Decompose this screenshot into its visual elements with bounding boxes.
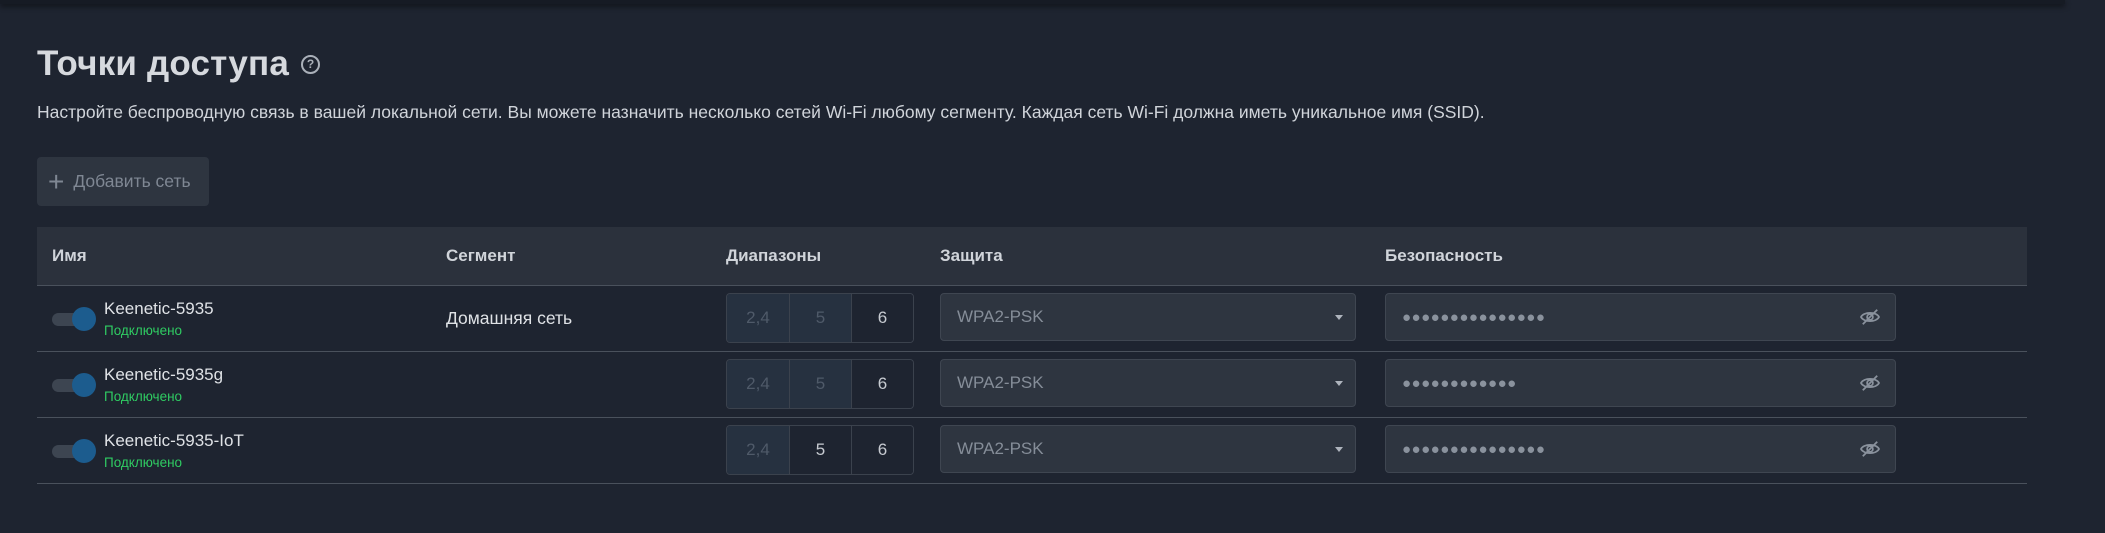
password-mask: ●●●●●●●●●●●●●●● <box>1402 308 1546 326</box>
password-field[interactable]: ●●●●●●●●●●●●●●● <box>1385 293 1896 341</box>
chevron-down-icon <box>1335 381 1343 386</box>
band-selector: 2,4 5 6 <box>726 425 914 475</box>
page-description: Настройте беспроводную связь в вашей лок… <box>37 102 1485 122</box>
eye-slash-icon[interactable] <box>1859 440 1881 458</box>
band-2[interactable]: 6 <box>851 294 913 342</box>
network-status: Подключено <box>104 323 183 338</box>
add-network-button[interactable]: + Добавить сеть <box>37 157 209 206</box>
security-value: WPA2-PSK <box>957 373 1044 392</box>
header-segment: Сегмент <box>446 246 516 265</box>
toggle-knob <box>72 307 96 331</box>
networks-table: Имя Сегмент Диапазоны Защита Безопасност… <box>37 227 2027 484</box>
band-1[interactable]: 5 <box>789 360 851 408</box>
table-row: Keenetic-5935-IoT Подключено 2,4 5 6 WPA2-… <box>37 418 2027 484</box>
security-select[interactable]: WPA2-PSK <box>940 425 1356 473</box>
question-circle-icon[interactable]: ? <box>301 54 321 74</box>
band-selector: 2,4 5 6 <box>726 359 914 409</box>
security-value: WPA2-PSK <box>957 307 1044 326</box>
add-network-label: Добавить сеть <box>73 171 191 191</box>
top-bar <box>0 0 2065 4</box>
table-header: Имя Сегмент Диапазоны Защита Безопасност… <box>37 227 2027 286</box>
band-0[interactable]: 2,4 <box>727 360 789 408</box>
network-segment[interactable]: Домашняя сеть <box>446 308 572 329</box>
network-name: Keenetic-5935-IoT <box>104 431 244 450</box>
eye-slash-icon[interactable] <box>1859 308 1881 326</box>
table-row: Keenetic-5935 Подключено Домашняя сеть 2… <box>37 286 2027 352</box>
title-row: Точки доступа ? <box>37 44 321 84</box>
security-select[interactable]: WPA2-PSK <box>940 359 1356 407</box>
band-0[interactable]: 2,4 <box>727 426 789 474</box>
band-selector: 2,4 5 6 <box>726 293 914 343</box>
network-toggle[interactable] <box>52 439 96 463</box>
header-name: Имя <box>52 246 87 265</box>
password-mask: ●●●●●●●●●●●● <box>1402 374 1517 392</box>
security-select[interactable]: WPA2-PSK <box>940 293 1356 341</box>
band-1[interactable]: 5 <box>789 426 851 474</box>
password-field[interactable]: ●●●●●●●●●●●●●●● <box>1385 425 1896 473</box>
network-name: Keenetic-5935 <box>104 299 214 318</box>
header-security-type: Защита <box>940 246 1003 265</box>
chevron-down-icon <box>1335 315 1343 320</box>
toggle-knob <box>72 439 96 463</box>
security-value: WPA2-PSK <box>957 439 1044 458</box>
table-body: Keenetic-5935 Подключено Домашняя сеть 2… <box>37 286 2027 484</box>
network-toggle[interactable] <box>52 373 96 397</box>
network-toggle[interactable] <box>52 307 96 331</box>
band-0[interactable]: 2,4 <box>727 294 789 342</box>
table-row: Keenetic-5935g Подключено 2,4 5 6 WPA2-PSK… <box>37 352 2027 418</box>
band-2[interactable]: 6 <box>851 426 913 474</box>
password-mask: ●●●●●●●●●●●●●●● <box>1402 440 1546 458</box>
header-password: Безопасность <box>1385 246 1503 265</box>
chevron-down-icon <box>1335 447 1343 452</box>
band-1[interactable]: 5 <box>789 294 851 342</box>
band-2[interactable]: 6 <box>851 360 913 408</box>
network-name: Keenetic-5935g <box>104 365 224 384</box>
header-bands: Диапазоны <box>726 246 822 265</box>
page-title: Точки доступа <box>37 44 290 83</box>
toggle-knob <box>72 373 96 397</box>
network-status: Подключено <box>104 389 183 404</box>
password-field[interactable]: ●●●●●●●●●●●● <box>1385 359 1896 407</box>
eye-slash-icon[interactable] <box>1859 374 1881 392</box>
plus-icon: + <box>48 165 65 197</box>
network-status: Подключено <box>104 455 183 470</box>
